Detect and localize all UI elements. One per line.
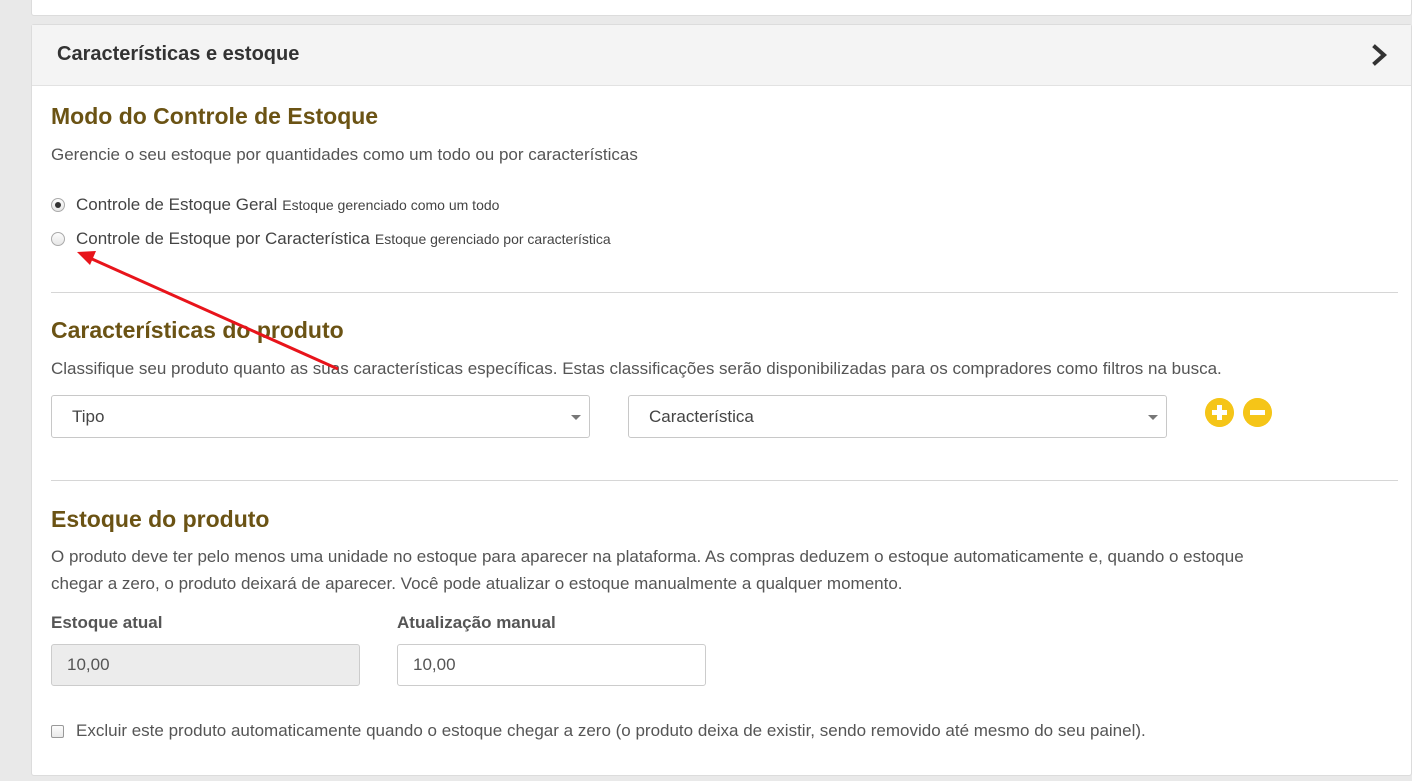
radio-characteristic-label: Controle de Estoque por Característica [76,229,370,248]
characteristics-stock-panel: Características e estoque Modo do Contro… [31,24,1412,776]
stock-mode-title: Modo do Controle de Estoque [51,103,379,129]
characteristics-description: Classifique seu produto quanto as suas c… [51,359,1222,378]
previous-section-card [31,0,1412,16]
radio-characteristic-hint: Estoque gerenciado por característica [374,231,611,247]
panel-header[interactable]: Características e estoque [32,25,1411,86]
radio-button-characteristic[interactable] [51,232,65,246]
manual-update-field[interactable]: 10,00 [397,644,706,686]
characteristic-select[interactable]: Característica [628,395,1167,438]
auto-delete-checkbox[interactable] [51,724,64,738]
dropdown-caret-icon [571,415,581,420]
current-stock-field: 10,00 [51,644,360,686]
chevron-right-icon[interactable] [1371,44,1389,66]
stock-mode-description: Gerencie o seu estoque por quantidades c… [51,145,638,164]
divider [51,292,1398,293]
dropdown-caret-icon [1148,415,1158,420]
minus-circle-icon[interactable] [1243,398,1272,427]
type-select[interactable]: Tipo [51,395,590,438]
radio-characteristic-stock[interactable]: Controle de Estoque por Característica E… [51,228,611,250]
current-stock-label: Estoque atual [51,613,163,632]
stock-description-line1: O produto deve ter pelo menos uma unidad… [51,547,1244,566]
characteristic-select-value: Característica [649,407,754,426]
radio-general-hint: Estoque gerenciado como um todo [282,197,500,213]
radio-general-stock[interactable]: Controle de Estoque Geral Estoque gerenc… [51,194,499,216]
auto-delete-label: Excluir este produto automaticamente qua… [76,721,1146,740]
characteristics-title: Características do produto [51,317,344,343]
stock-description-line2: chegar a zero, o produto deixará de apar… [51,574,903,593]
divider [51,480,1398,481]
auto-delete-option[interactable]: Excluir este produto automaticamente qua… [51,719,1146,743]
plus-circle-icon[interactable] [1205,398,1234,427]
manual-update-label: Atualização manual [397,613,556,632]
panel-title: Características e estoque [57,43,300,65]
type-select-value: Tipo [72,407,105,426]
stock-title: Estoque do produto [51,506,270,532]
radio-button-general[interactable] [51,198,65,212]
radio-general-label: Controle de Estoque Geral [76,195,278,214]
